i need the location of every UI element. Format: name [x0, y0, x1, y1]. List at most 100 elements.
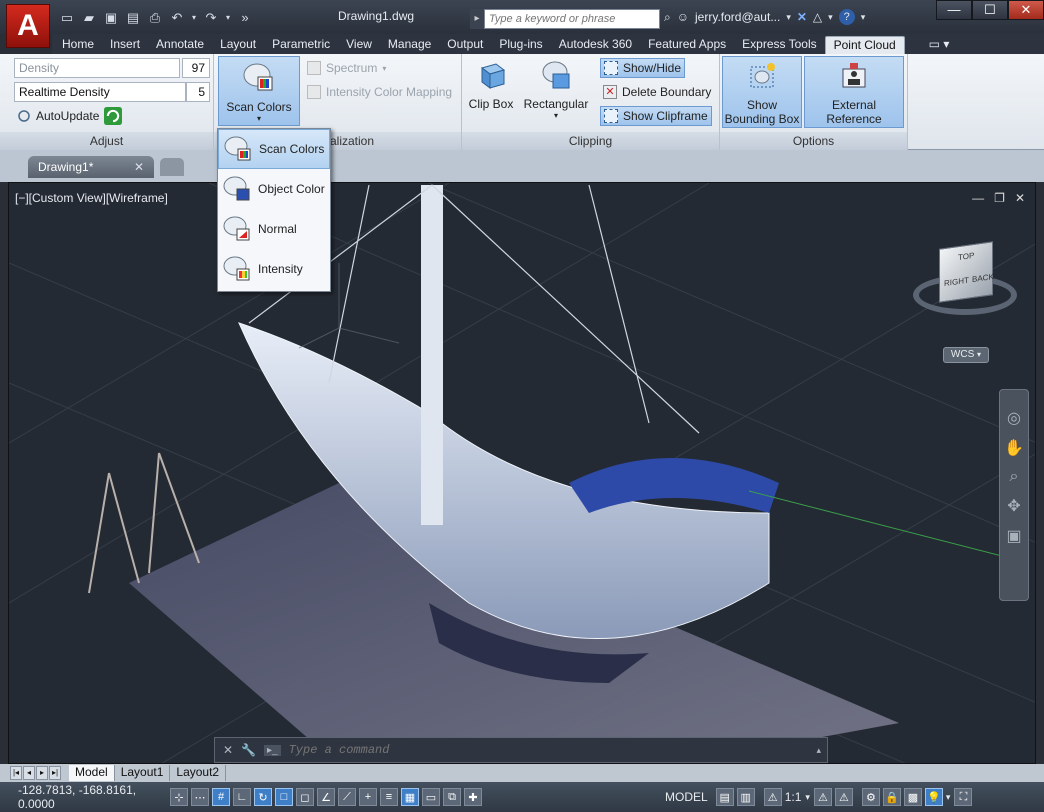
rectangular-button[interactable]: Rectangular ▾	[520, 58, 592, 120]
file-tab-drawing1[interactable]: Drawing1* ✕	[28, 156, 154, 178]
user-icon[interactable]: ☺	[677, 10, 689, 24]
transparency-icon[interactable]: ▦	[401, 788, 419, 806]
search-expand-icon[interactable]: ▸	[470, 9, 484, 29]
first-layout-icon[interactable]: |◂	[10, 766, 22, 780]
lineweight-icon[interactable]: ≡	[380, 788, 398, 806]
a360-dropdown-icon[interactable]: ▾	[828, 12, 833, 23]
intensity-color-mapping-button[interactable]: Intensity Color Mapping	[304, 82, 455, 102]
showmotion-icon[interactable]: ▣	[1006, 526, 1021, 546]
tab-annotate[interactable]: Annotate	[148, 36, 212, 54]
show-bounding-box-button[interactable]: Show Bounding Box	[722, 56, 802, 128]
polar-tracking-icon[interactable]: ↻	[254, 788, 272, 806]
tab-parametric[interactable]: Parametric	[264, 36, 338, 54]
next-layout-icon[interactable]: ▸	[36, 766, 48, 780]
new-file-icon[interactable]: ▭	[58, 9, 76, 27]
tab-home[interactable]: Home	[54, 36, 102, 54]
grid-display-icon[interactable]: #	[212, 788, 230, 806]
quick-properties-icon[interactable]: ▭	[422, 788, 440, 806]
maximize-button[interactable]: ☐	[972, 0, 1008, 20]
redo-icon[interactable]: ↷	[202, 9, 220, 27]
refresh-icon[interactable]	[104, 107, 123, 125]
command-input[interactable]	[288, 743, 789, 757]
annotation-visibility-icon[interactable]: ⚠	[813, 788, 832, 806]
help-dropdown-icon[interactable]: ▾	[861, 12, 866, 23]
tab-insert[interactable]: Insert	[102, 36, 148, 54]
quick-view-drawings-icon[interactable]: ▥	[736, 788, 755, 806]
coordinate-readout[interactable]: -128.7813, -168.8161, 0.0000	[0, 783, 170, 811]
wcs-menu[interactable]: WCS ▾	[943, 347, 989, 363]
auto-scale-icon[interactable]: ⚠	[834, 788, 853, 806]
command-history-icon[interactable]: ▴	[816, 745, 821, 756]
minimize-button[interactable]: —	[936, 0, 972, 20]
application-menu-button[interactable]: A	[6, 4, 50, 48]
viewcube[interactable]: TOP RIGHT BACK	[913, 241, 1017, 325]
realtime-density-field[interactable]: Realtime Density	[14, 82, 186, 102]
ribbon-minimize-icon[interactable]: ▭ ▾	[921, 36, 958, 54]
prev-layout-icon[interactable]: ◂	[23, 766, 35, 780]
scan-colors-button[interactable]: Scan Colors ▾	[218, 56, 300, 126]
new-tab-button[interactable]	[160, 158, 184, 176]
search-input[interactable]	[484, 9, 660, 29]
command-close-icon[interactable]: ✕	[223, 743, 233, 757]
object-snap-icon[interactable]: □	[275, 788, 293, 806]
isolate-objects-icon[interactable]: 💡	[924, 788, 943, 806]
binoculars-icon[interactable]: ⌕	[664, 10, 671, 25]
snap-mode-icon[interactable]: ⋯	[191, 788, 209, 806]
tab-view[interactable]: View	[338, 36, 380, 54]
help-icon[interactable]: ?	[838, 9, 855, 25]
clean-screen-icon[interactable]: ⛶	[954, 788, 973, 806]
zoom-icon[interactable]: ⌕	[1010, 468, 1019, 486]
density-value[interactable]: 97	[182, 58, 210, 78]
annotation-scale-dropdown-icon[interactable]: ▾	[805, 792, 810, 803]
dynamic-ucs-icon[interactable]: ⟋	[338, 788, 356, 806]
hardware-acceleration-icon[interactable]: ▩	[903, 788, 922, 806]
last-layout-icon[interactable]: ▸|	[49, 766, 61, 780]
layout-tab-layout1[interactable]: Layout1	[115, 765, 171, 781]
save-icon[interactable]: ▣	[102, 9, 120, 27]
status-menu-icon[interactable]: ▾	[946, 792, 951, 803]
dropdown-item-object-color[interactable]: Object Color	[218, 169, 330, 209]
annotation-scale-value[interactable]: 1:1	[785, 790, 802, 804]
lock-ui-icon[interactable]: 🔒	[882, 788, 901, 806]
infer-constraints-icon[interactable]: ⊹	[170, 788, 188, 806]
dropdown-item-intensity[interactable]: Intensity	[218, 249, 330, 289]
tab-output[interactable]: Output	[439, 36, 491, 54]
realtime-density-value[interactable]: 5	[186, 82, 210, 102]
tab-plug-ins[interactable]: Plug-ins	[491, 36, 550, 54]
tab-layout[interactable]: Layout	[212, 36, 264, 54]
a360-icon[interactable]: △	[813, 10, 822, 24]
layout-tab-layout2[interactable]: Layout2	[170, 765, 227, 781]
object-snap-tracking-icon[interactable]: ∠	[317, 788, 335, 806]
open-folder-icon[interactable]: ▰	[80, 9, 98, 27]
orbit-icon[interactable]: ✥	[1007, 496, 1020, 516]
close-button[interactable]: ✕	[1008, 0, 1044, 20]
user-dropdown-icon[interactable]: ▾	[786, 12, 791, 23]
undo-dropdown-icon[interactable]: ▾	[190, 9, 198, 27]
dynamic-input-icon[interactable]: +	[359, 788, 377, 806]
3d-object-snap-icon[interactable]: ◻	[296, 788, 314, 806]
dropdown-item-scan-colors[interactable]: Scan Colors	[218, 129, 330, 169]
redo-dropdown-icon[interactable]: ▾	[224, 9, 232, 27]
viewport-minimize-icon[interactable]: —	[972, 191, 984, 205]
drawing-viewport[interactable]: [−][Custom View][Wireframe] — ❐ ✕ TOP RI…	[8, 182, 1036, 764]
dropdown-item-normal[interactable]: Normal	[218, 209, 330, 249]
command-prompt-icon[interactable]: ▸_	[264, 744, 281, 756]
delete-boundary-button[interactable]: ✕ Delete Boundary	[600, 82, 714, 102]
exchange-icon[interactable]: ✕	[797, 10, 807, 24]
show-clipframe-button[interactable]: Show Clipframe	[600, 106, 712, 126]
density-field[interactable]: Density	[14, 58, 180, 78]
annotation-monitor-icon[interactable]: ✚	[464, 788, 482, 806]
quick-view-layouts-icon[interactable]: ▤	[715, 788, 734, 806]
viewport-close-icon[interactable]: ✕	[1015, 191, 1025, 205]
workspace-switching-icon[interactable]: ⚙	[861, 788, 880, 806]
print-icon[interactable]: ⎙	[146, 9, 164, 27]
undo-icon[interactable]: ↶	[168, 9, 186, 27]
user-name[interactable]: jerry.ford@aut...	[695, 10, 780, 24]
tab-featured-apps[interactable]: Featured Apps	[640, 36, 734, 54]
tab-manage[interactable]: Manage	[380, 36, 439, 54]
ortho-mode-icon[interactable]: ∟	[233, 788, 251, 806]
model-space-label[interactable]: MODEL	[665, 790, 708, 804]
tab-express-tools[interactable]: Express Tools	[734, 36, 824, 54]
viewport-restore-icon[interactable]: ❐	[994, 191, 1005, 205]
external-reference-button[interactable]: External Reference	[804, 56, 904, 128]
